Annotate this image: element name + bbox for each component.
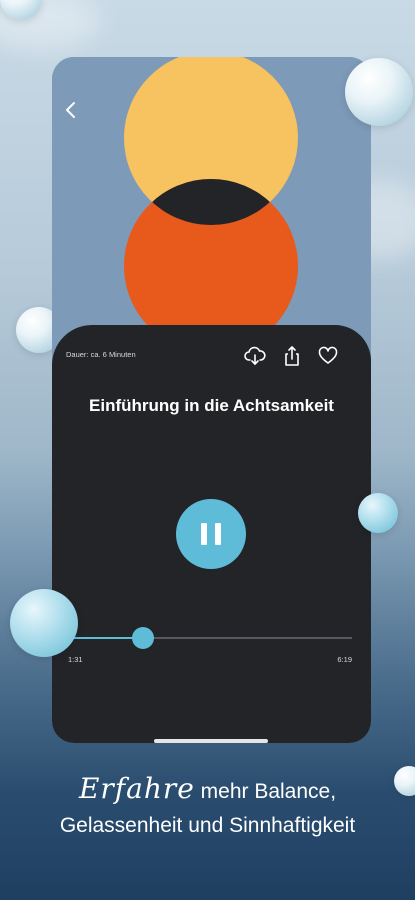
time-total: 6:19	[337, 655, 352, 664]
share-icon	[285, 346, 299, 366]
player-sheet: Dauer: ca. 6 Minuten Einführung in die A…	[52, 325, 371, 743]
caption-script-word: Erfahre	[78, 772, 195, 805]
caption-line-2: Gelassenheit und Sinnhaftigkeit	[59, 814, 356, 837]
decorative-bubble	[358, 493, 398, 533]
pause-icon	[201, 523, 207, 545]
caption-line-1-rest: mehr Balance,	[200, 780, 337, 803]
caption-line-1: Erfahre mehr Balance,	[0, 772, 415, 809]
pause-button[interactable]	[176, 499, 246, 569]
cover-art	[52, 57, 371, 357]
decorative-bubble	[10, 589, 78, 657]
track-title: Einführung in die Achtsamkeit	[89, 396, 334, 415]
phone-screen: Dauer: ca. 6 Minuten Einführung in die A…	[52, 57, 371, 743]
marketing-caption: Erfahre mehr Balance, Gelassenheit und S…	[0, 772, 415, 843]
duration-label: Dauer: ca. 6 Minuten	[66, 350, 136, 359]
cloud-download-icon	[244, 346, 266, 365]
chevron-left-icon	[66, 102, 75, 118]
progress-track[interactable]	[68, 637, 352, 639]
heart-icon	[318, 346, 338, 364]
favorite-button[interactable]	[317, 345, 339, 367]
time-elapsed: 1:31	[68, 655, 83, 664]
share-button[interactable]	[281, 345, 303, 367]
cover-art-graphic	[124, 57, 298, 353]
back-button[interactable]	[60, 99, 82, 121]
decorative-bubble	[345, 58, 413, 126]
pause-icon	[215, 523, 221, 545]
progress-knob[interactable]	[132, 627, 155, 649]
download-button[interactable]	[244, 345, 266, 367]
home-indicator[interactable]	[154, 739, 268, 743]
